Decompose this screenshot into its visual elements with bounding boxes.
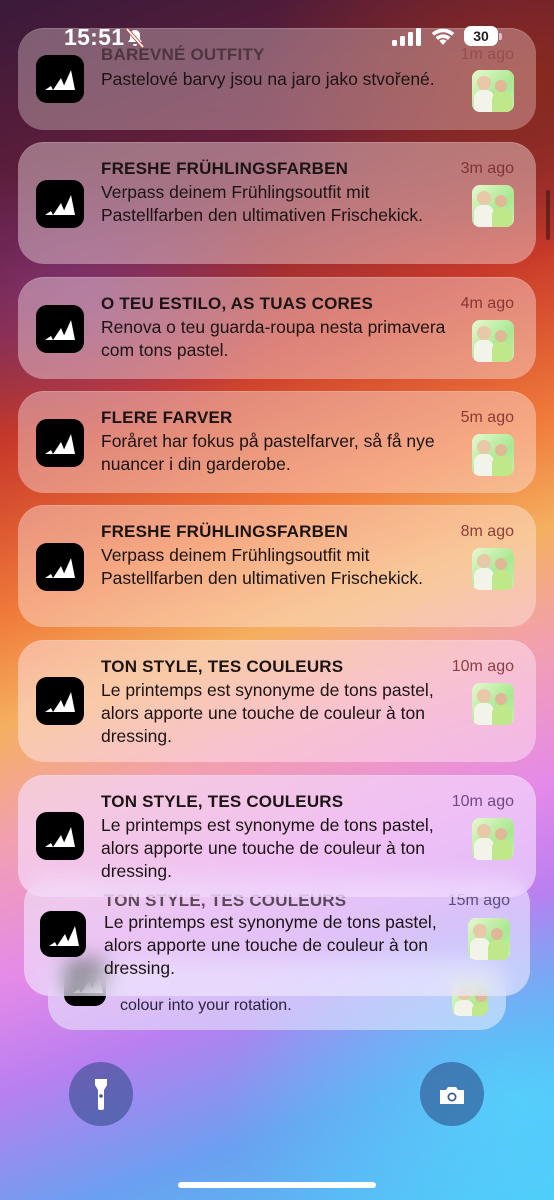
- wifi-icon: [431, 28, 455, 45]
- notification-thumbnail: [472, 683, 514, 725]
- notification-body: colour into your rotation.: [120, 997, 292, 1014]
- notification-card[interactable]: TON STYLE, TES COULEURS Le printemps est…: [18, 775, 536, 897]
- camera-icon: [440, 1087, 464, 1104]
- notification-body: Verpass deinem Frühlingsoutfit mit Paste…: [101, 545, 423, 588]
- cellular-signal-icon: [392, 28, 421, 46]
- status-bar: 15:51 30: [0, 0, 554, 74]
- notification-title: TON STYLE, TES COULEURS: [101, 657, 344, 676]
- notification-body: Renova o teu guarda-roupa nesta primaver…: [101, 317, 446, 360]
- battery-tip: [499, 33, 502, 40]
- clock: 15:51: [64, 24, 125, 50]
- notification-title: O TEU ESTILO, AS TUAS CORES: [101, 294, 374, 313]
- battery-level: 30: [464, 26, 498, 46]
- notification-time: 3m ago: [460, 160, 514, 177]
- adidas-logo-icon: [36, 305, 84, 353]
- notification-title: FRESHE FRÜHLINGSFARBEN: [101, 159, 349, 178]
- flashlight-icon: [95, 1079, 107, 1110]
- notification-card[interactable]: TON STYLE, TES COULEURS Le printemps est…: [18, 640, 536, 762]
- bell-muted-icon: [125, 27, 145, 49]
- notification-thumbnail: [472, 320, 514, 362]
- notification-title: FLERE FARVER: [101, 408, 233, 427]
- adidas-logo-icon: [36, 419, 84, 467]
- notification-card[interactable]: O TEU ESTILO, AS TUAS CORES Renova o teu…: [18, 277, 536, 379]
- notification-thumbnail: [472, 548, 514, 590]
- notification-time: 4m ago: [460, 295, 514, 312]
- notification-thumbnail: [472, 434, 514, 476]
- flashlight-button[interactable]: [69, 1062, 133, 1126]
- notification-card[interactable]: FRESHE FRÜHLINGSFARBEN Verpass deinem Fr…: [18, 505, 536, 627]
- notification-body: Le printemps est synonyme de tons pastel…: [101, 680, 434, 746]
- notification-title: TON STYLE, TES COULEURS: [101, 792, 344, 811]
- notification-title: FRESHE FRÜHLINGSFARBEN: [101, 522, 349, 541]
- notification-body: Verpass deinem Frühlingsoutfit mit Paste…: [101, 182, 423, 225]
- adidas-logo-icon: [40, 911, 86, 957]
- adidas-logo-icon: [36, 812, 84, 860]
- notification-card[interactable]: FRESHE FRÜHLINGSFARBEN Verpass deinem Fr…: [18, 142, 536, 264]
- notification-thumbnail: [468, 918, 510, 960]
- notification-time: 8m ago: [460, 523, 514, 540]
- adidas-logo-icon: [36, 677, 84, 725]
- camera-button[interactable]: [420, 1062, 484, 1126]
- adidas-logo-icon: [36, 180, 84, 228]
- home-indicator[interactable]: [178, 1182, 376, 1188]
- notification-thumbnail: [472, 818, 514, 860]
- notification-card[interactable]: FLERE FARVER Foråret har fokus på pastel…: [18, 391, 536, 493]
- notification-body: Foråret har fokus på pastelfarver, så få…: [101, 431, 435, 474]
- adidas-logo-icon: [36, 543, 84, 591]
- notification-time: 10m ago: [451, 658, 514, 675]
- scroll-indicator[interactable]: [546, 190, 550, 240]
- notification-body: Le printemps est synonyme de tons pastel…: [101, 815, 434, 881]
- notification-body: Le printemps est synonyme de tons pastel…: [104, 912, 437, 978]
- notification-thumbnail: [472, 70, 514, 112]
- battery-indicator: 30: [464, 26, 504, 48]
- notification-thumbnail: [472, 185, 514, 227]
- notification-time: 10m ago: [451, 793, 514, 810]
- notification-time: 5m ago: [460, 409, 514, 426]
